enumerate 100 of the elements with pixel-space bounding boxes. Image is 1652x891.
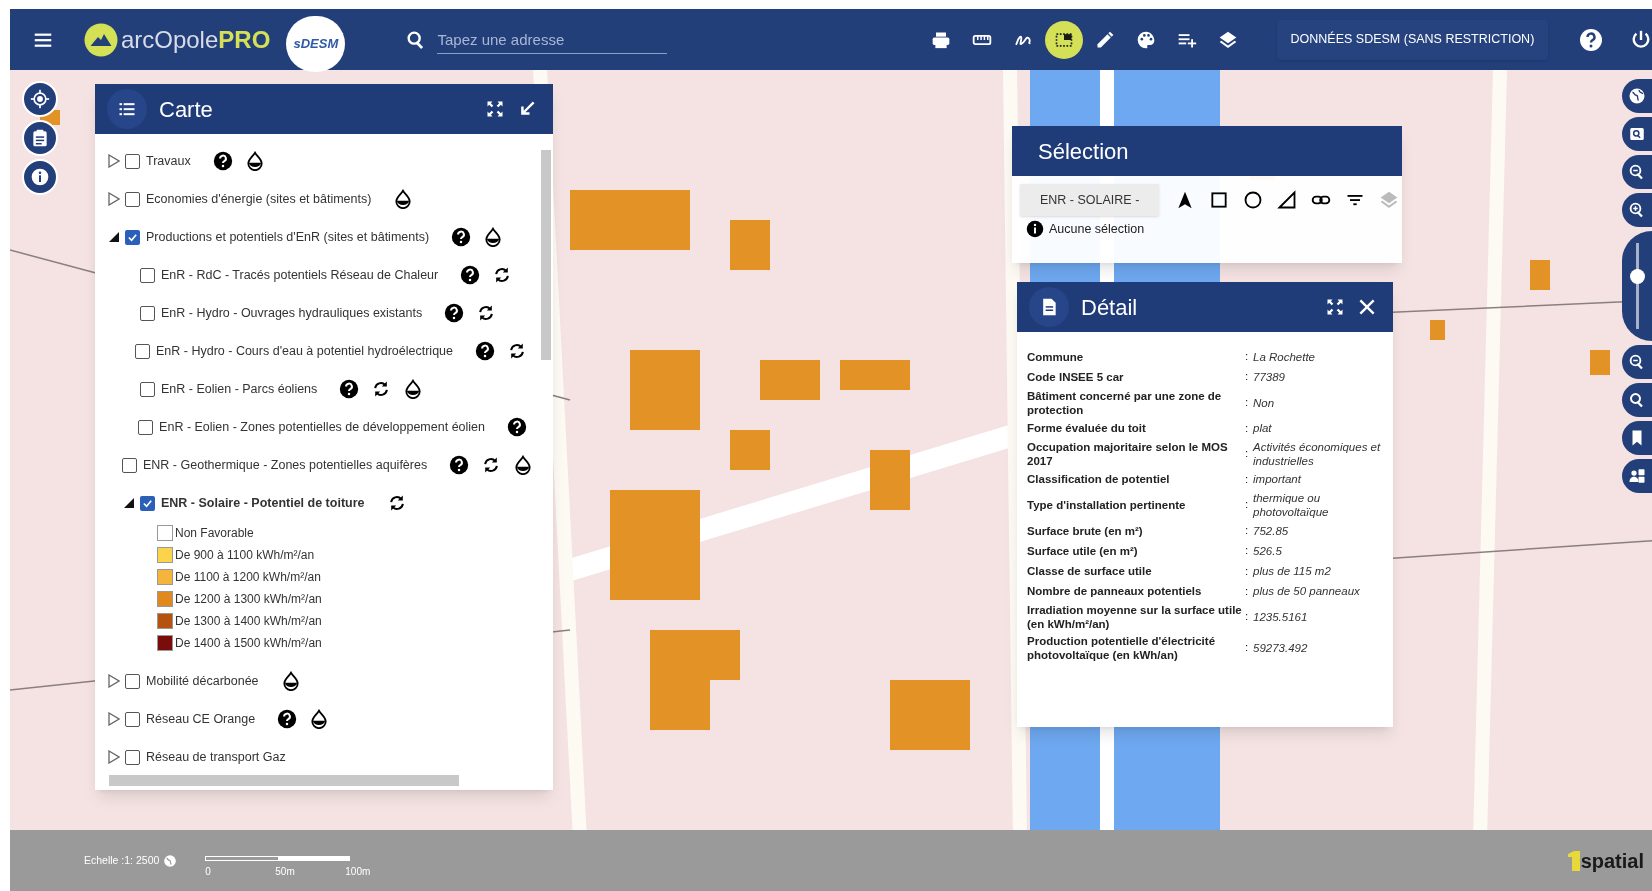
help-button[interactable] [1578, 26, 1604, 53]
expand-arrow[interactable] [107, 712, 121, 726]
layer-checkbox[interactable] [125, 749, 140, 765]
help-icon[interactable] [444, 303, 465, 323]
rectangle-icon[interactable] [1209, 190, 1230, 210]
triangle-icon[interactable] [1277, 190, 1298, 210]
help-icon[interactable] [449, 455, 470, 475]
search-icon [1628, 391, 1646, 409]
layer-checkbox[interactable] [135, 343, 150, 359]
partner-logo-text: sDESM [293, 34, 339, 53]
legend-label: De 1100 à 1200 kWh/m²/an [175, 569, 321, 586]
attribute-label: Occupation majoritaire selon le MOS 2017 [1027, 439, 1229, 468]
attribute-label: Irradiation moyenne sur la surface utile (en kWh/m²/an) [1027, 603, 1243, 631]
layer-label: Réseau CE Orange [146, 710, 256, 728]
info-icon [1026, 220, 1044, 239]
address-search-field[interactable]: Tapez une adresse [437, 25, 667, 54]
help-icon[interactable] [451, 227, 472, 247]
help-icon[interactable] [507, 417, 527, 437]
layer-label: EnR - RdC - Tracés potentiels Réseau de Chaleur [161, 266, 439, 284]
attribute-value: thermique ou photovoltaïque [1253, 491, 1330, 519]
layer-checkbox[interactable] [138, 419, 154, 435]
layer-checkbox[interactable] [125, 711, 140, 727]
expand-icon [1325, 297, 1345, 317]
help-icon[interactable] [460, 265, 481, 285]
data-source-button[interactable]: DONNÉES SDESM (SANS RESTRICTION) [1276, 19, 1549, 60]
layer-checkbox[interactable] [125, 229, 140, 245]
layer-checkbox[interactable] [140, 495, 155, 511]
layer-checkbox[interactable] [125, 191, 140, 207]
panel-title: Sélection [1038, 137, 1129, 166]
attribute-label: Code INSEE 5 car [1027, 369, 1125, 384]
close-icon [1357, 297, 1377, 317]
layers-icon [1217, 29, 1238, 50]
no-selection-message: Aucune sélection [1049, 221, 1145, 238]
droplet-icon[interactable] [244, 151, 265, 171]
layer-checkbox[interactable] [140, 305, 155, 321]
layer-label: ENR - Solaire - Potentiel de toiture [161, 494, 365, 512]
legend-label: De 1400 à 1500 kWh/m²/an [175, 635, 322, 652]
document-icon [1029, 287, 1069, 327]
attribute-value: Non [1253, 395, 1276, 410]
help-icon[interactable] [212, 151, 233, 171]
layer-label: ENR - Geothermique - Zones potentielles aquifères [143, 456, 428, 474]
attribute-label: Classe de surface utile [1027, 564, 1153, 579]
attribute-label: Forme évaluée du toit [1027, 421, 1147, 436]
help-icon [1578, 27, 1603, 52]
expand-arrow[interactable] [107, 154, 121, 168]
scale-tick: 100m [345, 864, 371, 879]
info-icon [30, 167, 50, 187]
help-icon[interactable] [475, 341, 495, 361]
horizontal-scrollbar[interactable] [109, 775, 459, 786]
layer-label: EnR - Eolien - Zones potentielles de développement éolien [159, 418, 485, 436]
selection-tool-button[interactable] [1044, 20, 1083, 59]
brand-logo-icon [1567, 850, 1580, 871]
droplet-icon[interactable] [309, 709, 330, 729]
collapse-arrow[interactable] [107, 230, 121, 244]
attribute-value: plus de 50 panneaux [1253, 584, 1361, 599]
layer-label: Mobilité décarbonée [146, 672, 259, 690]
attribute-value: Activités économiques et industrielles [1253, 439, 1382, 468]
expand-arrow[interactable] [107, 750, 121, 764]
layer-checkbox[interactable] [140, 381, 155, 397]
crosshair-icon [30, 89, 50, 109]
layer-label: EnR - Eolien - Parcs éoliens [161, 380, 318, 398]
layer-select-button[interactable]: ENR - SOLAIRE - [1020, 184, 1160, 216]
attribute-label: Surface utile (en m²) [1027, 543, 1139, 558]
slider-thumb[interactable] [1629, 269, 1645, 285]
droplet-icon[interactable] [483, 227, 504, 247]
collapse-arrow[interactable] [122, 496, 136, 510]
circle-icon[interactable] [1243, 190, 1264, 210]
expand-arrow[interactable] [107, 192, 121, 206]
layer-label: Réseau de transport Gaz [146, 748, 286, 766]
panel-title: Carte [159, 95, 213, 124]
vertical-scrollbar[interactable] [541, 150, 551, 360]
scale-text: Echelle :1: 2500 [84, 852, 160, 868]
refresh-icon[interactable] [507, 341, 527, 361]
palette-icon [1135, 29, 1156, 50]
layer-checkbox[interactable] [125, 673, 140, 689]
separator: : [1245, 471, 1250, 487]
attribute-value: 77389 [1253, 369, 1286, 384]
droplet-icon[interactable] [403, 379, 424, 399]
layer-label: Travaux [146, 152, 191, 170]
separator: : [1245, 369, 1250, 385]
help-icon[interactable] [339, 379, 360, 399]
checkmark-icon [127, 231, 138, 243]
clipboard-icon [30, 128, 50, 148]
attribute-value: 752.85 [1253, 523, 1290, 538]
layer-checkbox[interactable] [122, 457, 137, 473]
separator: : [1245, 420, 1250, 436]
droplet-icon[interactable] [393, 189, 414, 209]
attribute-label: Type d'installation pertinente [1027, 498, 1187, 512]
expand-arrow[interactable] [107, 674, 121, 688]
help-icon[interactable] [277, 709, 298, 729]
layer-checkbox[interactable] [125, 153, 140, 169]
droplet-icon[interactable] [280, 671, 301, 691]
attribute-label: Classification de potentiel [1027, 472, 1171, 487]
logo-suffix: PRO [218, 24, 271, 55]
layer-checkbox[interactable] [140, 267, 155, 283]
layer-label: Economies d'énergie (sites et bâtiments) [146, 190, 372, 208]
search-icon [1628, 125, 1646, 143]
droplet-icon[interactable] [513, 455, 534, 475]
attribute-label: Surface brute (en m²) [1027, 523, 1144, 538]
separator: : [1245, 640, 1250, 656]
